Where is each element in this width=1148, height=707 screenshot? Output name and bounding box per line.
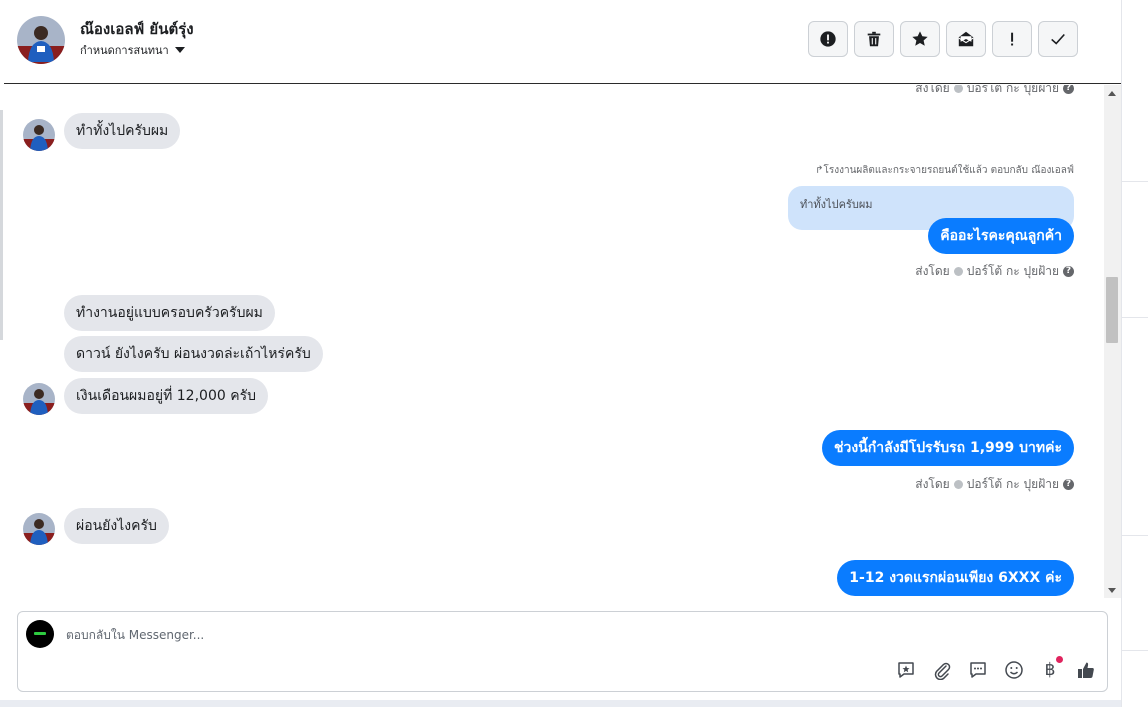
caret-down-icon xyxy=(174,47,185,53)
composer-toolbar: ฿ xyxy=(895,656,1097,681)
sender-avatar[interactable] xyxy=(23,513,55,545)
incoming-message[interactable]: ผ่อนยังไงครับ xyxy=(64,508,169,544)
check-circle-icon xyxy=(953,85,963,93)
like-thumb-icon[interactable] xyxy=(1075,659,1097,681)
star-button[interactable] xyxy=(900,21,940,57)
spam-button[interactable] xyxy=(808,21,848,57)
notification-dot xyxy=(1056,656,1063,663)
emoji-icon[interactable] xyxy=(1003,659,1025,681)
conversation-header: ณ๊องเอลฟ์ ยันต์รุ่ง กำหนดการสนทนา xyxy=(4,0,1121,84)
incoming-message[interactable]: ดาวน์ ยังไงครับ ผ่อนงวดล่ะเถ้าไหร่ครับ xyxy=(64,336,323,372)
attachment-icon[interactable] xyxy=(931,659,953,681)
sender-avatar[interactable] xyxy=(23,383,55,415)
outgoing-message[interactable]: 1-12 งวดแรกผ่อนเพียง 6XXX ค่ะ xyxy=(837,560,1074,596)
reply-composer: ฿ xyxy=(17,611,1108,692)
right-panel-edge xyxy=(1121,0,1148,707)
incoming-message[interactable]: ทำทั้งไปครับผม xyxy=(64,113,181,149)
thread-scrollbar[interactable] xyxy=(1104,85,1121,598)
baht-payment-icon[interactable]: ฿ xyxy=(1039,656,1063,681)
help-icon[interactable]: ? xyxy=(1063,479,1074,490)
mark-unread-button[interactable] xyxy=(946,21,986,57)
message-thread: ส่งโดย ปอร์โต้ กะ ปุยฝ้าย ? ทำทั้งไปครับ… xyxy=(4,85,1104,598)
bottom-edge xyxy=(0,700,1121,707)
star-icon xyxy=(912,31,928,46)
check-circle-icon xyxy=(953,480,963,489)
exclamation-icon xyxy=(1011,32,1014,46)
trash-icon xyxy=(867,31,881,47)
sender-avatar[interactable] xyxy=(23,119,55,151)
reply-input[interactable] xyxy=(66,626,846,644)
sent-by-label: ส่งโดย ปอร์โต้ กะ ปุยฝ้าย ? xyxy=(915,85,1074,98)
contact-avatar[interactable] xyxy=(17,16,65,64)
check-circle-icon xyxy=(953,267,963,276)
alert-circle-icon xyxy=(820,31,836,47)
outgoing-message[interactable]: คืออะไรคะคุณลูกค้า xyxy=(928,218,1074,254)
reply-context: ↱โรงงานผลิตและกระจายรถยนต์ใช้แล้ว ตอบกลั… xyxy=(815,165,1074,176)
saved-reply-icon[interactable] xyxy=(895,659,917,681)
scroll-up-arrow-icon[interactable] xyxy=(1108,91,1116,96)
left-panel-edge xyxy=(0,110,3,340)
check-icon xyxy=(1051,33,1065,45)
help-icon[interactable]: ? xyxy=(1063,266,1074,277)
scroll-thumb[interactable] xyxy=(1106,277,1118,343)
contact-name: ณ๊องเอลฟ์ ยันต์รุ่ง xyxy=(80,20,194,38)
delete-button[interactable] xyxy=(854,21,894,57)
sent-by-label: ส่งโดย ปอร์โต้ กะ ปุยฝ้าย ? xyxy=(915,475,1074,494)
sent-by-label: ส่งโดย ปอร์โต้ กะ ปุยฝ้าย ? xyxy=(915,262,1074,281)
follow-up-button[interactable] xyxy=(992,21,1032,57)
scroll-down-arrow-icon[interactable] xyxy=(1108,588,1116,593)
envelope-icon xyxy=(958,31,974,47)
page-avatar xyxy=(26,620,54,648)
assign-label: กำหนดการสนทนา xyxy=(80,44,169,57)
chat-bubble-icon[interactable] xyxy=(967,659,989,681)
help-icon[interactable]: ? xyxy=(1063,85,1074,94)
outgoing-message[interactable]: ช่วงนี้กำลังมีโปรรับรถ 1,999 บาทค่ะ xyxy=(822,430,1074,466)
mark-done-button[interactable] xyxy=(1038,21,1078,57)
assign-conversation-dropdown[interactable]: กำหนดการสนทนา xyxy=(80,41,185,59)
incoming-message[interactable]: เงินเดือนผมอยู่ที่ 12,000 ครับ xyxy=(64,378,268,414)
incoming-message[interactable]: ทำงานอยู่แบบครอบครัวครับผม xyxy=(64,295,275,331)
header-actions xyxy=(808,21,1078,57)
